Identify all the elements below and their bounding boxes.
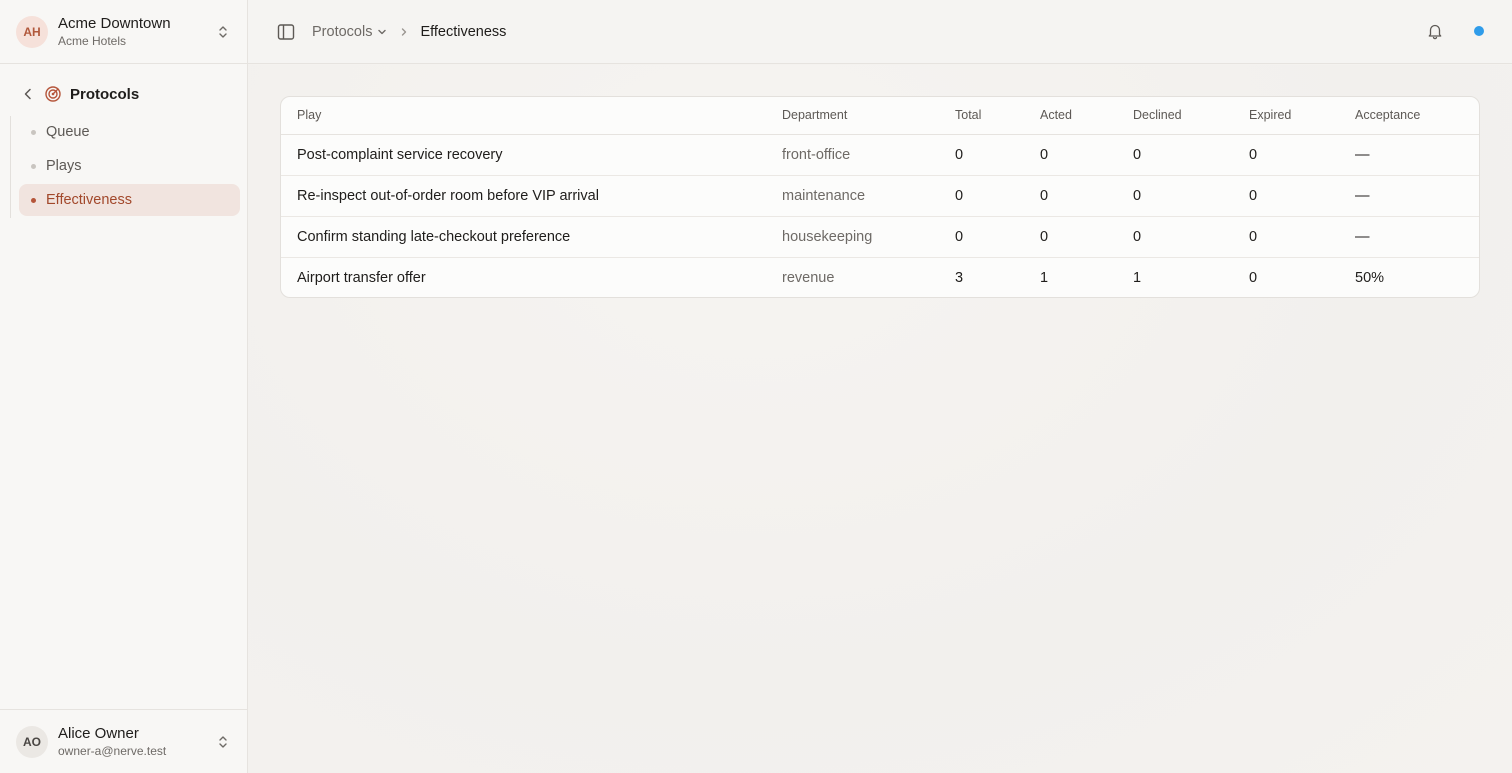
bell-icon[interactable] [1426,22,1444,40]
column-header-department[interactable]: Department [766,97,939,135]
user-info: Alice Owner owner-a@nerve.test [58,725,215,759]
cell-acted: 0 [1024,134,1117,176]
cell-play: Post-complaint service recovery [281,134,766,176]
effectiveness-table: Play Department Total Acted Declined Exp… [281,97,1479,297]
top-header: Protocols Effectiveness [248,0,1512,64]
breadcrumb-current: Effectiveness [420,23,507,40]
breadcrumb-protocols[interactable]: Protocols [312,24,388,40]
target-icon [44,85,62,103]
org-info: Acme Downtown Acme Hotels [58,15,215,49]
table-header-row: Play Department Total Acted Declined Exp… [281,97,1479,135]
user-email: owner-a@nerve.test [58,743,167,758]
column-header-total[interactable]: Total [939,97,1024,135]
org-switcher[interactable]: AH Acme Downtown Acme Hotels [0,0,247,64]
sidebar-item-effectiveness[interactable]: Effectiveness [19,184,240,216]
cell-total: 0 [939,175,1024,217]
nav-back-protocols[interactable]: Protocols [20,82,139,106]
cell-expired: 0 [1249,269,1258,286]
cell-acceptance: 50% [1355,269,1385,286]
user-switcher[interactable]: AO Alice Owner owner-a@nerve.test [0,709,247,773]
table-row[interactable]: Re-inspect out-of-order room before VIP … [281,175,1479,217]
sidebar-item-label: Effectiveness [46,192,132,208]
cell-acted: 0 [1024,216,1117,258]
column-header-play[interactable]: Play [281,97,766,135]
breadcrumb: Protocols Effectiveness [312,24,506,40]
status-indicator [1474,26,1484,36]
cell-department: front-office [766,134,939,176]
column-header-expired[interactable]: Expired [1233,97,1339,135]
cell-acted: 0 [1024,175,1117,217]
cell-play: Re-inspect out-of-order room before VIP … [281,175,766,217]
sidebar-toggle-icon[interactable] [276,22,296,42]
bullet-icon [31,163,36,169]
nav-list: Queue Plays Effectiveness [10,116,240,218]
bullet-icon [31,129,36,135]
cell-play: Airport transfer offer [297,269,426,286]
cell-expired: 0 [1233,175,1339,217]
org-subtitle: Acme Hotels [58,33,127,48]
cell-total: 3 [955,269,964,286]
user-name: Alice Owner [58,724,139,742]
chevron-up-down-icon [215,734,231,750]
cell-acted: 1 [1040,269,1049,286]
chevron-down-icon [376,26,388,38]
sidebar: AH Acme Downtown Acme Hotels Protocols Q… [0,0,248,773]
user-avatar: AO [16,725,48,758]
column-header-acceptance[interactable]: Acceptance [1339,97,1479,135]
cell-total: 0 [939,216,1024,258]
chevron-up-down-icon [215,24,231,40]
cell-expired: 0 [1233,216,1339,258]
cell-expired: 0 [1233,134,1339,176]
cell-department: revenue [782,269,835,286]
main-content: Play Department Total Acted Declined Exp… [248,65,1512,773]
table-row[interactable]: Airport transfer offer revenue 3 1 1 0 5… [281,257,1479,297]
cell-department: housekeeping [766,216,939,258]
cell-acceptance: — [1339,216,1479,258]
chevron-right-icon [398,26,410,38]
sidebar-item-label: Queue [46,124,90,140]
sidebar-item-plays[interactable]: Plays [19,150,240,182]
cell-play: Confirm standing late-checkout preferenc… [281,216,766,258]
org-avatar: AH [16,15,48,48]
nav-section-title: Protocols [70,85,140,103]
breadcrumb-parent-label: Protocols [312,23,373,40]
column-header-acted[interactable]: Acted [1024,97,1117,135]
chevron-left-icon [20,86,36,102]
header-actions [1426,22,1484,40]
cell-total: 0 [939,134,1024,176]
org-name: Acme Downtown [58,14,171,32]
cell-declined: 0 [1117,175,1233,217]
cell-department: maintenance [766,175,939,217]
sidebar-item-label: Plays [46,158,82,174]
sidebar-item-queue[interactable]: Queue [19,116,240,148]
table-row[interactable]: Post-complaint service recovery front-of… [281,134,1479,176]
bullet-icon [31,197,36,203]
column-header-declined[interactable]: Declined [1117,97,1233,135]
cell-acceptance: — [1339,175,1479,217]
effectiveness-table-card: Play Department Total Acted Declined Exp… [280,96,1480,298]
cell-declined: 0 [1117,216,1233,258]
cell-declined: 0 [1117,134,1233,176]
cell-declined: 1 [1133,269,1142,286]
table-row[interactable]: Confirm standing late-checkout preferenc… [281,216,1479,258]
cell-acceptance: — [1339,134,1479,176]
